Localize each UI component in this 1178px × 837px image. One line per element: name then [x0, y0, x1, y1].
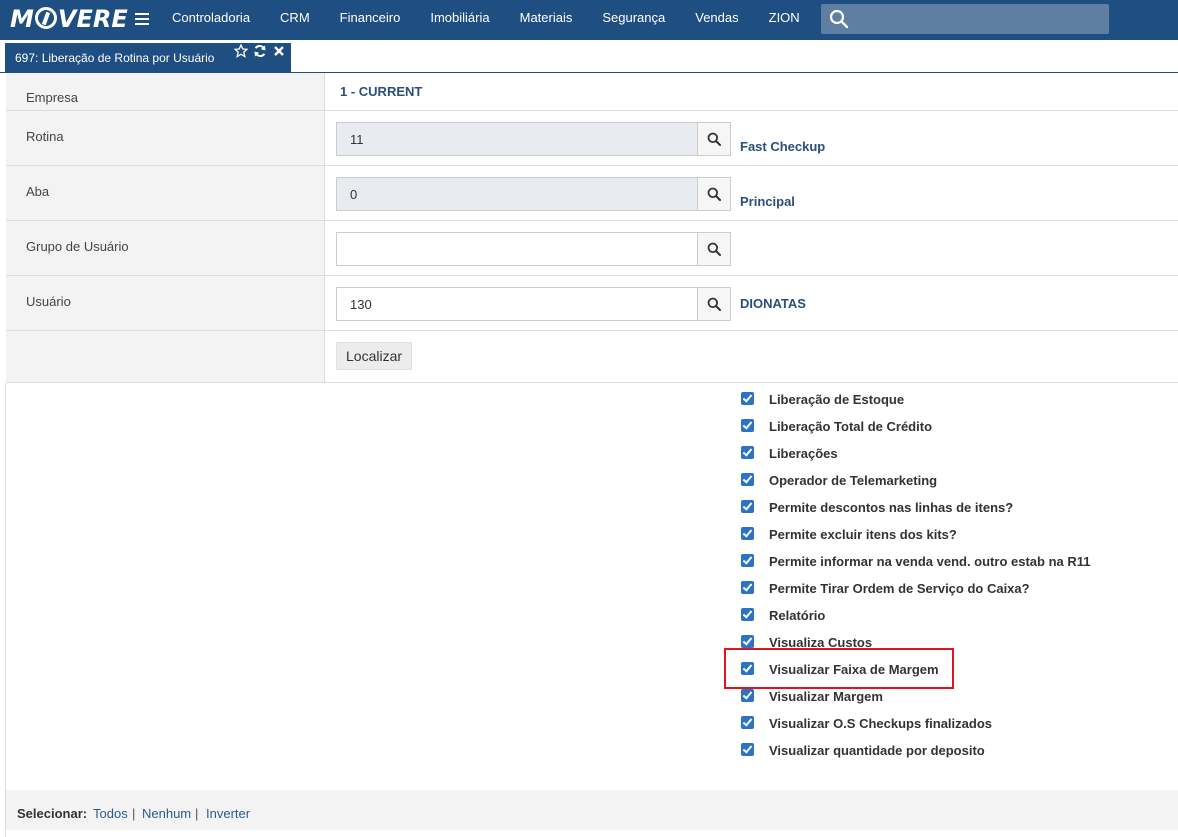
checkbox-checked[interactable]: [741, 743, 754, 756]
label-aba: Aba: [6, 166, 325, 220]
refresh-icon[interactable]: [253, 44, 267, 58]
list-item[interactable]: Relatório: [741, 607, 1090, 634]
list-item[interactable]: Permite Tirar Ordem de Serviço do Caixa?: [741, 580, 1090, 607]
select-all-link[interactable]: Todos: [93, 806, 128, 821]
global-search-input[interactable]: [857, 8, 1102, 30]
list-item[interactable]: Liberações: [741, 445, 1090, 472]
checkbox-checked[interactable]: [741, 392, 754, 405]
usuario-value: 130: [350, 297, 372, 312]
content-left-border: [5, 383, 6, 837]
checkbox-checked[interactable]: [741, 554, 754, 567]
tab-liberacao-rotina[interactable]: 697: Liberação de Rotina por Usuário: [5, 43, 291, 73]
permission-checklist: Liberação de Estoque Liberação Total de …: [741, 391, 1090, 769]
menu-item-controladoria[interactable]: Controladoria: [157, 0, 265, 40]
tab-title: 697: Liberação de Rotina por Usuário: [15, 51, 215, 65]
list-item[interactable]: Permite informar na venda vend. outro es…: [741, 553, 1090, 580]
logo-o-mark: [34, 7, 57, 29]
checkbox-checked[interactable]: [741, 635, 754, 648]
label-empty: [6, 331, 325, 382]
checkbox-checked[interactable]: [741, 581, 754, 594]
menu-item-zion[interactable]: ZION: [754, 0, 815, 40]
rotina-description: Fast Checkup: [740, 139, 826, 154]
select-none-link[interactable]: Nenhum: [142, 806, 191, 821]
selection-footer: Selecionar: Todos | Nenhum | Inverter: [6, 790, 1178, 830]
row-rotina: Rotina 11 Fast Checkup: [6, 111, 1178, 166]
separator: |: [195, 806, 199, 821]
search-icon: [707, 132, 721, 146]
separator: |: [132, 806, 136, 821]
invert-selection-link[interactable]: Inverter: [206, 806, 250, 821]
tab-bar: 697: Liberação de Rotina por Usuário: [0, 40, 1178, 73]
close-icon[interactable]: [272, 44, 286, 58]
movere-logo[interactable]: M VERE: [10, 5, 128, 33]
menu-item-crm[interactable]: CRM: [265, 0, 325, 40]
row-usuario: Usuário 130 DIONATAS: [6, 276, 1178, 331]
row-aba: Aba 0 Principal: [6, 166, 1178, 221]
aba-field[interactable]: 0: [336, 177, 731, 211]
menu-item-seguranca[interactable]: Segurança: [587, 0, 680, 40]
search-icon: [707, 297, 721, 311]
list-item[interactable]: Visualizar quantidade por deposito: [741, 742, 1090, 769]
aba-value: 0: [350, 187, 358, 202]
usuario-search-button[interactable]: [697, 288, 730, 320]
checkbox-checked[interactable]: [741, 419, 754, 432]
rotina-value: 11: [350, 132, 364, 147]
global-search: [821, 4, 1109, 34]
menu-item-financeiro[interactable]: Financeiro: [325, 0, 416, 40]
checkbox-checked[interactable]: [741, 716, 754, 729]
list-item[interactable]: Liberação de Estoque: [741, 391, 1090, 418]
checkbox-checked[interactable]: [741, 527, 754, 540]
usuario-field[interactable]: 130: [336, 287, 731, 321]
highlight-box: [724, 648, 954, 689]
list-item[interactable]: Visualizar O.S Checkups finalizados: [741, 715, 1090, 742]
top-navbar: M VERE Controladoria CRM Financeiro Imobi…: [0, 0, 1178, 40]
aba-search-button[interactable]: [697, 178, 730, 210]
empresa-value: 1 - CURRENT: [340, 84, 423, 99]
checkbox-checked[interactable]: [741, 446, 754, 459]
list-item[interactable]: Permite descontos nas linhas de itens?: [741, 499, 1090, 526]
grupo-usuario-field[interactable]: [336, 232, 731, 266]
list-item[interactable]: Visualizar Margem: [741, 688, 1090, 715]
checkbox-checked[interactable]: [741, 500, 754, 513]
filter-form: Empresa 1 - CURRENT Rotina 11 Fast Check…: [6, 73, 1178, 383]
row-grupo-usuario: Grupo de Usuário: [6, 221, 1178, 276]
checkbox-checked[interactable]: [741, 473, 754, 486]
list-item[interactable]: Permite excluir itens dos kits?: [741, 526, 1090, 553]
rotina-search-button[interactable]: [697, 123, 730, 155]
menu-item-materiais[interactable]: Materiais: [505, 0, 588, 40]
localizar-button[interactable]: Localizar: [336, 342, 413, 370]
menu-item-imobiliaria[interactable]: Imobiliária: [415, 0, 504, 40]
usuario-description: DIONATAS: [740, 296, 806, 311]
star-icon[interactable]: [234, 44, 248, 58]
search-icon: [707, 242, 721, 256]
label-grupo-usuario: Grupo de Usuário: [6, 221, 325, 275]
checkbox-checked[interactable]: [741, 608, 754, 621]
label-usuario: Usuário: [6, 276, 325, 330]
row-localizar: Localizar: [6, 331, 1178, 383]
main-menu: Controladoria CRM Financeiro Imobiliária…: [157, 0, 815, 40]
select-label: Selecionar:: [17, 806, 88, 821]
search-icon: [707, 187, 721, 201]
rotina-field[interactable]: 11: [336, 122, 731, 156]
aba-description: Principal: [740, 194, 795, 209]
label-empresa: Empresa: [6, 73, 325, 110]
list-item[interactable]: Operador de Telemarketing: [741, 472, 1090, 499]
search-icon[interactable]: [829, 9, 849, 29]
hamburger-menu-icon[interactable]: [135, 10, 149, 28]
checkbox-checked[interactable]: [741, 689, 754, 702]
menu-item-vendas[interactable]: Vendas: [680, 0, 753, 40]
list-item[interactable]: Liberação Total de Crédito: [741, 418, 1090, 445]
grupo-usuario-search-button[interactable]: [697, 233, 730, 265]
row-empresa: Empresa 1 - CURRENT: [6, 73, 1178, 111]
label-rotina: Rotina: [6, 111, 325, 165]
